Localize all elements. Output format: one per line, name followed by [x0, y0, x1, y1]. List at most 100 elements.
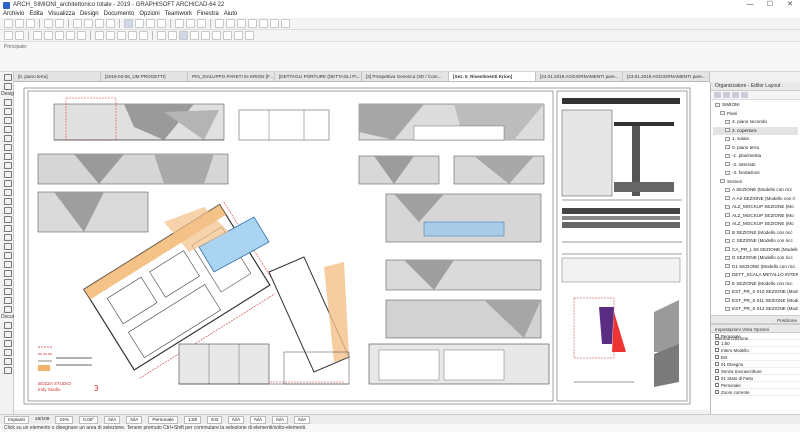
view-setting-row[interactable]: Personale	[711, 382, 800, 389]
mirror-icon[interactable]	[55, 31, 64, 40]
roof-tool-icon[interactable]	[2, 170, 12, 178]
zoom-out-icon[interactable]	[186, 19, 195, 28]
object-tool-icon[interactable]	[2, 215, 12, 223]
impianti-field[interactable]: Impianti	[4, 415, 29, 424]
view-setting-row[interactable]: Personale	[711, 333, 800, 340]
eyedropper-icon[interactable]	[270, 19, 279, 28]
beam-tool-icon[interactable]	[2, 134, 12, 142]
print-icon[interactable]	[106, 19, 115, 28]
opening-tool-icon[interactable]	[2, 251, 12, 259]
dimension-tool-icon[interactable]	[2, 321, 12, 329]
close-button[interactable]: ✕	[780, 0, 800, 10]
menu-aiuto[interactable]: Aiuto	[224, 11, 238, 17]
tree-item[interactable]: EST_PR_S 012 SEZIONE (Mode	[713, 305, 798, 314]
delete-icon[interactable]	[732, 92, 739, 98]
resize-icon[interactable]	[77, 31, 86, 40]
tree-item[interactable]: DETT_SCALA METALLO INTERR	[713, 271, 798, 280]
view-setting-row[interactable]: 01 Stato di Fatto	[711, 375, 800, 382]
line-tool-icon[interactable]	[2, 366, 12, 374]
menu-archivio[interactable]: Archivio	[3, 11, 24, 17]
align-icon[interactable]	[95, 31, 104, 40]
wall-tool-icon[interactable]	[2, 98, 12, 106]
tab-aggiornamenti-23[interactable]: [23.01.2018 AGGIORNAMENTI pare...	[623, 72, 710, 81]
elevate-icon[interactable]	[66, 31, 75, 40]
tree-item[interactable]: C SEZIONE (Modello con ricc	[713, 237, 798, 246]
tree-item[interactable]: B SEZIONE (Modello con ricc	[713, 229, 798, 238]
view-setting-row[interactable]: 01 Disegno	[711, 361, 800, 368]
folder-icon[interactable]	[723, 92, 730, 98]
tree-item[interactable]: -1. planimetria	[713, 152, 798, 161]
layout-icon[interactable]	[157, 19, 166, 28]
window-tool-icon[interactable]	[2, 116, 12, 124]
group-icon[interactable]	[117, 31, 126, 40]
menu-edita[interactable]: Edita	[29, 11, 43, 17]
marquee-tool-icon[interactable]	[2, 82, 12, 90]
railing-tool-icon[interactable]	[2, 161, 12, 169]
corner-window-tool-icon[interactable]	[2, 287, 12, 295]
maximize-button[interactable]: ☐	[760, 0, 780, 10]
tab-sviluppo-pareti[interactable]: PIN_SVILUPPO PARETI IN KRION [F...	[188, 72, 275, 81]
layout-canvas[interactable]: BOZZA STUDIO Indy Studio 3	[14, 82, 710, 410]
angle-field[interactable]: 0,00°	[79, 415, 99, 424]
paste-icon[interactable]	[95, 19, 104, 28]
guides-icon[interactable]	[237, 19, 246, 28]
save-icon[interactable]	[26, 19, 35, 28]
redo-icon[interactable]	[55, 19, 64, 28]
pen-icon[interactable]	[259, 19, 268, 28]
floor-plan-icon[interactable]	[124, 19, 133, 28]
minimize-button[interactable]: —	[740, 0, 760, 10]
view-setting-row[interactable]: Senza Sovrascritture	[711, 368, 800, 375]
more-tools-icon[interactable]	[2, 305, 12, 313]
rotate-icon[interactable]	[44, 31, 53, 40]
tree-item[interactable]: EST_PR_S 011 SEZIONE (Mode	[713, 297, 798, 306]
view-setting-row[interactable]: 1:50	[711, 340, 800, 347]
3d-window-icon[interactable]	[146, 19, 155, 28]
skylight-tool-icon[interactable]	[2, 188, 12, 196]
text-tool-icon[interactable]	[2, 339, 12, 347]
mesh-tool-icon[interactable]	[2, 233, 12, 241]
lamp-tool-icon[interactable]	[2, 242, 12, 250]
zone-tool-icon[interactable]	[2, 224, 12, 232]
tree-item[interactable]: Piani	[713, 110, 798, 119]
select-arrow-icon[interactable]	[4, 31, 13, 40]
door-tool-icon[interactable]	[2, 107, 12, 115]
layer-icon[interactable]	[248, 19, 257, 28]
level-dimension-tool-icon[interactable]	[2, 330, 12, 338]
tree-item[interactable]: -2. interrato	[713, 161, 798, 170]
fill-tool-icon[interactable]	[2, 357, 12, 365]
tree-item[interactable]: A-A2 SEZIONE (Modello con ri	[713, 195, 798, 204]
tree-item[interactable]: 2. copertura	[713, 126, 798, 135]
wall-end-tool-icon[interactable]	[2, 296, 12, 304]
fit-window-icon[interactable]	[197, 19, 206, 28]
personale-field[interactable]: Personale	[148, 415, 178, 424]
arrow-tool-icon[interactable]	[2, 73, 12, 81]
adjust-icon[interactable]	[212, 31, 221, 40]
tree-item[interactable]: 1. solaio	[713, 135, 798, 144]
menu-visualizza[interactable]: Visualizza	[48, 11, 75, 17]
cut-icon[interactable]	[73, 19, 82, 28]
menu-documento[interactable]: Documento	[104, 11, 135, 17]
frame-tool-icon[interactable]	[2, 269, 12, 277]
column-tool-icon[interactable]	[2, 125, 12, 133]
tree-item[interactable]: Sezioni	[713, 178, 798, 187]
brush-icon[interactable]	[281, 19, 290, 28]
view-setting-row[interactable]: Est	[711, 354, 800, 361]
tree-item[interactable]: D1 SEZIONE (Modello con ricc	[713, 263, 798, 272]
menu-finestra[interactable]: Finestra	[197, 11, 219, 17]
tree-item[interactable]: -3. fondazioni	[713, 169, 798, 178]
tree-item[interactable]: A SEZIONE (Modello con ricc	[713, 186, 798, 195]
panel-tool-icon[interactable]	[2, 260, 12, 268]
new-file-icon[interactable]	[4, 19, 13, 28]
tree-item[interactable]: SIMIONI	[713, 101, 798, 110]
open-file-icon[interactable]	[15, 19, 24, 28]
tree-item[interactable]: D SEZIONE (Modello con ricc	[713, 254, 798, 263]
trim-icon[interactable]	[190, 31, 199, 40]
copy-icon[interactable]	[84, 19, 93, 28]
offset-icon[interactable]	[234, 31, 243, 40]
tree-item[interactable]: ALZ_MOCKUP SEZIONE (Mo	[713, 212, 798, 221]
morph-tool-icon[interactable]	[2, 206, 12, 214]
tab-piano-terra[interactable]: [0. piano terra]	[14, 72, 101, 81]
ungroup-icon[interactable]	[128, 31, 137, 40]
distribute-icon[interactable]	[106, 31, 115, 40]
label-tool-icon[interactable]	[2, 348, 12, 356]
